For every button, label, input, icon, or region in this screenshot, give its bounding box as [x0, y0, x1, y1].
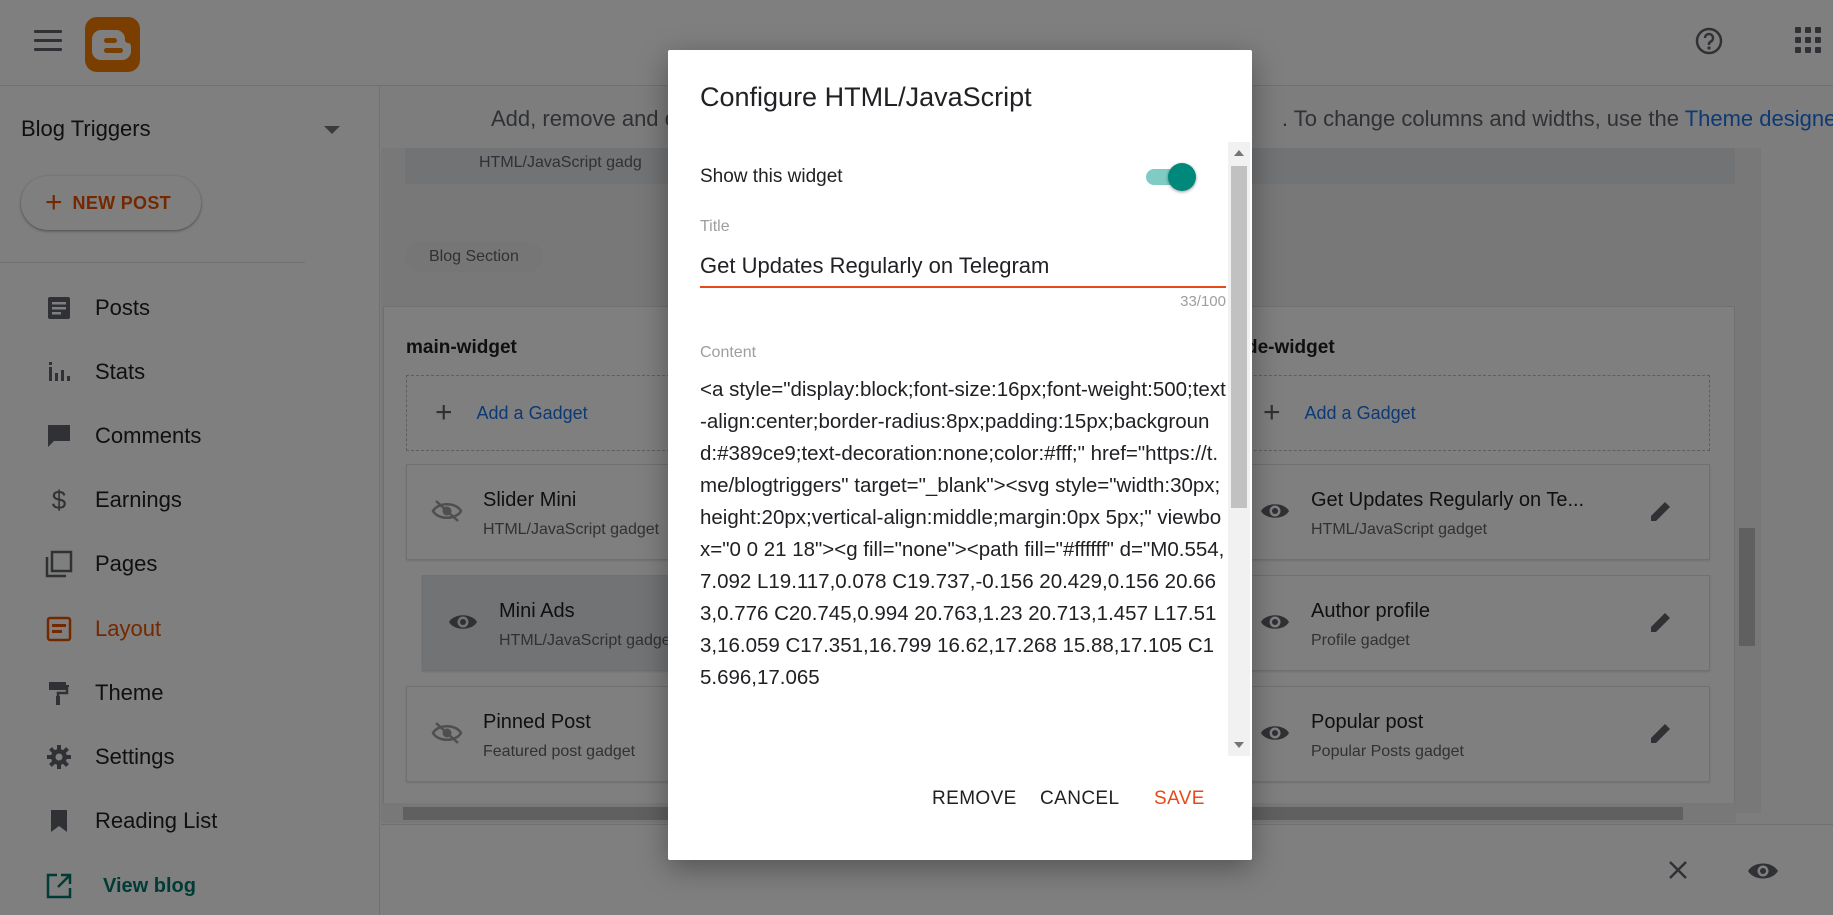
title-input[interactable] — [700, 246, 1226, 288]
save-button[interactable]: SAVE — [1154, 788, 1205, 810]
dialog-actions: REMOVE CANCEL SAVE — [668, 788, 1252, 828]
show-widget-label: Show this widget — [700, 166, 843, 187]
configure-html-dialog: Configure HTML/JavaScript Show this widg… — [668, 50, 1252, 860]
toggle-knob — [1168, 163, 1196, 191]
show-widget-toggle[interactable] — [1144, 160, 1196, 192]
cancel-button[interactable]: CANCEL — [1040, 788, 1119, 810]
scroll-down-icon[interactable] — [1234, 742, 1244, 748]
dialog-scrollbar[interactable] — [1228, 142, 1250, 756]
scrollbar-thumb[interactable] — [1231, 166, 1247, 508]
char-counter: 33/100 — [1180, 293, 1226, 310]
remove-button[interactable]: REMOVE — [932, 788, 1017, 810]
content-textarea[interactable]: <a style="display:block;font-size:16px;f… — [700, 374, 1226, 710]
title-field-label: Title — [700, 218, 730, 235]
content-field-label: Content — [700, 344, 757, 361]
dialog-body: Show this widget Title 33/100 Content <a… — [668, 50, 1252, 758]
scroll-up-icon[interactable] — [1234, 150, 1244, 156]
